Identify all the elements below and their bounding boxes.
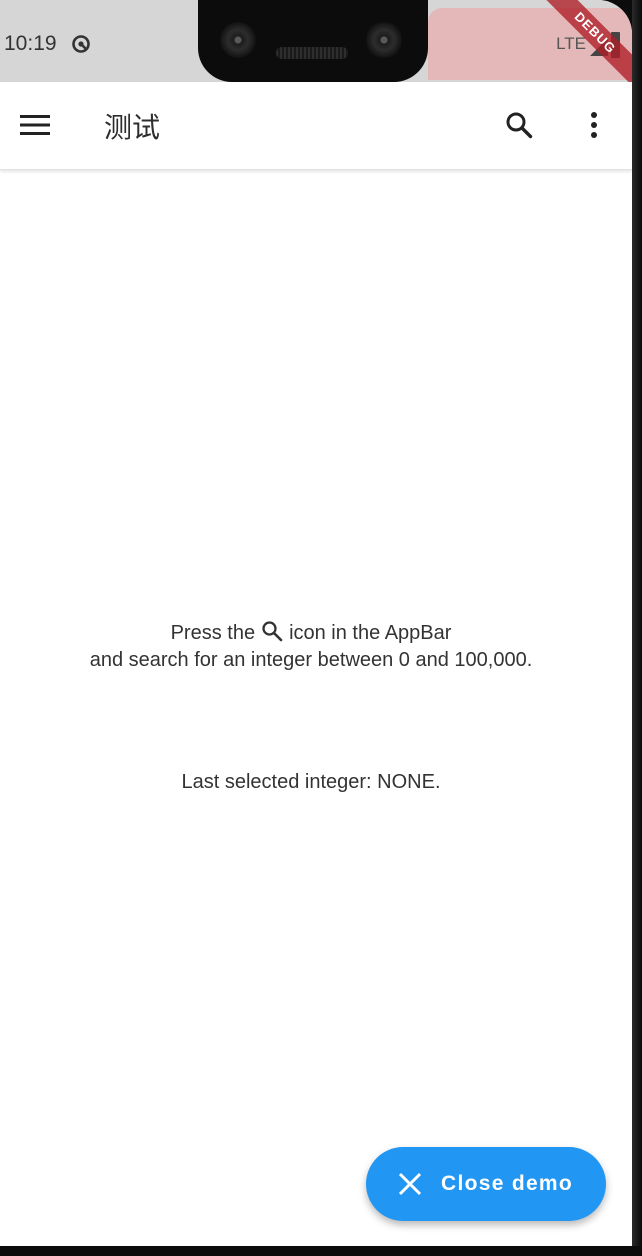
more-vert-icon	[591, 112, 597, 138]
main-content: Press the icon in the AppBar and search f…	[0, 170, 632, 1246]
device-bezel-right	[632, 0, 642, 1256]
instruction-line-1: Press the icon in the AppBar	[0, 620, 622, 647]
sync-status-icon	[71, 34, 91, 54]
close-icon	[396, 1170, 424, 1198]
search-icon	[506, 112, 533, 139]
earpiece-speaker	[276, 47, 348, 59]
app-bar: 测试	[0, 82, 632, 170]
close-demo-button[interactable]: Close demo	[366, 1147, 606, 1221]
instructions: Press the icon in the AppBar and search f…	[0, 620, 622, 674]
instruction-prefix: Press the	[170, 622, 256, 644]
menu-icon	[20, 115, 50, 135]
front-camera-right-icon	[366, 22, 402, 58]
device-bezel-bottom	[0, 1246, 642, 1256]
network-type: LTE	[556, 34, 586, 53]
more-options-button[interactable]	[573, 104, 615, 146]
close-demo-label: Close demo	[441, 1172, 574, 1195]
camera-notch	[198, 0, 428, 82]
status-time: 10:19	[4, 32, 57, 55]
status-bar-left: 10:19	[0, 8, 196, 80]
instruction-line-2: and search for an integer between 0 and …	[89, 649, 533, 671]
last-selected-text: Last selected integer: NONE.	[181, 771, 441, 793]
search-button[interactable]	[498, 104, 540, 146]
front-camera-left-icon	[220, 22, 256, 58]
search-icon	[261, 620, 283, 642]
menu-button[interactable]	[14, 104, 56, 146]
app-title: 测试	[104, 111, 161, 144]
instruction-suffix: icon in the AppBar	[289, 622, 452, 644]
phone-screen: 10:19 LTE DEBUG 测试 Press the icon in the…	[0, 0, 632, 1246]
device-frame: 10:19 LTE DEBUG 测试 Press the icon in the…	[0, 0, 642, 1256]
